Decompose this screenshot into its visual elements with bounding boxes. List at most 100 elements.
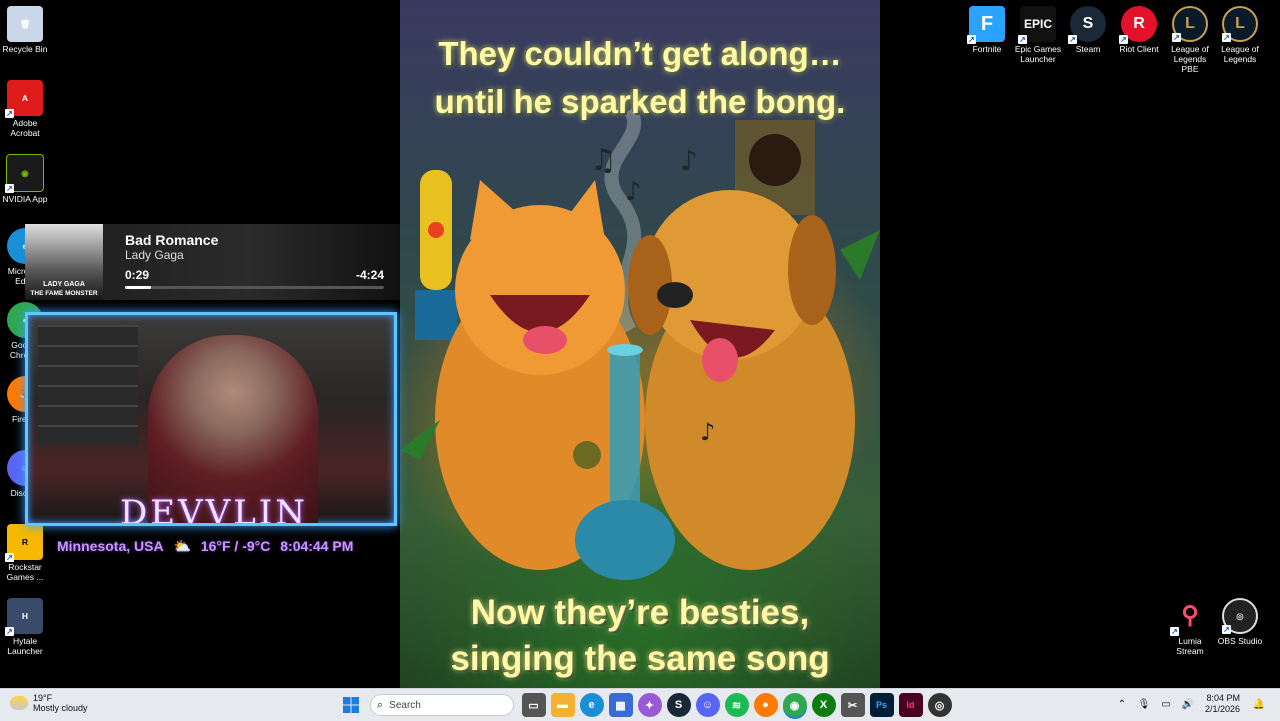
desktop-icon-nvidia-app[interactable]: ◉ ↗ NVIDIA App	[0, 154, 50, 204]
photoshop-icon[interactable]: Ps	[869, 693, 894, 717]
track-elapsed: 0:29	[125, 268, 150, 282]
desktop-icon-label: NVIDIA App	[2, 194, 48, 204]
taskbar-clock[interactable]: 8:04 PM 2/1/2026	[1205, 693, 1240, 715]
rockstar-icon: R ↗	[5, 524, 43, 562]
desktop-icon-steam[interactable]: S ↗ Steam	[1063, 6, 1113, 54]
desktop-icon-epic-games[interactable]: EPIC ↗ Epic Games Launcher	[1013, 6, 1063, 64]
taskbar-search[interactable]: ⌕ Search	[370, 694, 514, 716]
desktop-icon-adobe-acrobat[interactable]: A ↗ Adobe Acrobat	[0, 80, 50, 138]
meme-caption-bottom-line2: singing the same song	[450, 639, 830, 678]
chevron-up-icon[interactable]: ⌃	[1114, 696, 1130, 712]
desktop-icon-label: Riot Client	[1119, 44, 1159, 54]
meme-caption-bottom: Now they’re besties, singing the same so…	[400, 590, 880, 682]
nvidia-icon: ◉ ↗	[5, 154, 44, 193]
clock-time: 8:04 PM	[1206, 693, 1240, 703]
obs-studio-icon: ◎ ↗	[1222, 598, 1258, 634]
indesign-icon[interactable]: Id	[898, 693, 923, 717]
track-progress-bar	[125, 286, 384, 289]
desktop-icon-obs-studio[interactable]: ◎ ↗ OBS Studio	[1215, 598, 1265, 646]
desktop-icon-label: Hytale Launcher	[7, 636, 43, 656]
taskbar: 19°F Mostly cloudy ⌕ Search ▭ ▬ e ▦ ✦ S …	[0, 688, 1280, 721]
network-icon[interactable]: ▭	[1158, 696, 1174, 712]
desktop-icon-label: OBS Studio	[1217, 636, 1263, 646]
album-art: LADY GAGA THE FAME MONSTER	[25, 224, 103, 300]
desktop-icon-recycle-bin[interactable]: 🗑 Recycle Bin	[0, 6, 50, 54]
meme-caption-top-line1: They couldn’t get along…	[438, 35, 842, 72]
desktop-icon-riot-client[interactable]: R ↗ Riot Client	[1114, 6, 1164, 54]
copilot-icon[interactable]: ✦	[637, 693, 662, 717]
partly-cloudy-icon: ⛅	[173, 538, 191, 554]
microsoft-store-icon[interactable]: ▦	[608, 693, 633, 717]
edge-icon[interactable]: e	[579, 693, 604, 717]
desktop: 🗑 Recycle Bin A ↗ Adobe Acrobat ◉ ↗ NVIDIA…	[0, 0, 1280, 688]
desktop-icon-league-pbe[interactable]: L ↗ League of Legends PBE	[1165, 6, 1215, 74]
desktop-icon-label: Fortnite	[972, 44, 1002, 54]
notification-bell-icon[interactable]: 🔔	[1251, 696, 1267, 712]
acrobat-icon: A ↗	[5, 80, 43, 118]
desktop-icon-label: Epic Games Launcher	[1014, 44, 1062, 64]
desktop-icon-hytale[interactable]: H ↗ Hytale Launcher	[0, 598, 50, 656]
album-art-artist: LADY GAGA	[43, 281, 85, 288]
streamer-name: DEVVLIN	[120, 493, 308, 526]
track-progress-fill	[125, 286, 151, 289]
taskbar-weather-condition: Mostly cloudy	[33, 703, 88, 713]
steam-icon: S ↗	[1068, 6, 1106, 44]
now-playing-widget: LADY GAGA THE FAME MONSTER Bad Romance L…	[25, 224, 400, 300]
recycle-bin-icon: 🗑	[7, 6, 43, 42]
steam-icon[interactable]: S	[666, 693, 691, 717]
taskbar-center: ⌕ Search ▭ ▬ e ▦ ✦ S ☺ ≋ ● ◉ X ✂ Ps Id ◎	[336, 693, 954, 717]
riot-client-icon: R ↗	[1119, 6, 1157, 44]
svg-text:♪: ♪	[625, 177, 642, 207]
svg-text:♪: ♪	[700, 418, 715, 446]
desktop-icon-rockstar[interactable]: R ↗ Rockstar Games ...	[0, 524, 50, 582]
stream-time: 8:04:44 PM	[280, 538, 354, 554]
hytale-icon: H ↗	[5, 598, 43, 636]
desktop-icon-label: Steam	[1075, 44, 1101, 54]
album-art-title: THE FAME MONSTER	[30, 290, 98, 297]
search-placeholder: Search	[389, 699, 421, 711]
snipping-tool-icon[interactable]: ✂	[840, 693, 865, 717]
webcam-overlay: DEVVLIN	[25, 312, 397, 526]
track-artist: Lady Gaga	[125, 248, 184, 262]
discord-icon[interactable]: ☺	[695, 693, 720, 717]
task-view-icon[interactable]: ▭	[521, 693, 546, 717]
desktop-icon-league[interactable]: L ↗ League of Legends	[1215, 6, 1265, 64]
meme-image: ♫ ♪ ♪ ♪ They couldn’t get along… until h…	[400, 0, 880, 688]
windows-icon	[342, 697, 359, 713]
track-remaining: -4:24	[355, 268, 384, 282]
obs-icon[interactable]: ◎	[927, 693, 952, 717]
desktop-icon-label: Rockstar Games ...	[6, 562, 44, 582]
league-pbe-icon: L ↗	[1172, 6, 1208, 42]
desktop-icon-label: League of Legends	[1221, 44, 1259, 64]
taskbar-weather-widget[interactable]: 19°F Mostly cloudy	[10, 693, 88, 713]
desktop-icon-label: Recycle Bin	[2, 44, 48, 54]
svg-text:♫: ♫	[590, 143, 617, 178]
firefox-icon[interactable]: ●	[753, 693, 778, 717]
start-button[interactable]	[339, 693, 363, 717]
microphone-icon[interactable]: 🎙	[1136, 696, 1152, 712]
meme-caption-top: They couldn’t get along… until he sparke…	[400, 30, 880, 126]
xbox-icon[interactable]: X	[811, 693, 836, 717]
desktop-icon-lumia-stream[interactable]: ⚲ ↗ Lumia Stream	[1165, 598, 1215, 656]
clock-date: 2/1/2026	[1204, 704, 1240, 714]
webcam-background	[38, 325, 138, 445]
desktop-icon-label: League of Legends PBE	[1171, 44, 1209, 74]
file-explorer-icon[interactable]: ▬	[550, 693, 575, 717]
spotify-icon[interactable]: ≋	[724, 693, 749, 717]
fortnite-icon: F ↗	[967, 6, 1005, 44]
meme-caption-bottom-line1: Now they’re besties,	[470, 593, 810, 632]
chrome-icon[interactable]: ◉	[782, 693, 807, 717]
league-icon: L ↗	[1222, 6, 1258, 42]
mostly-cloudy-icon	[10, 696, 28, 710]
system-tray: ⌃ 🎙 ▭ 🔊 8:04 PM 2/1/2026 🔔	[1111, 693, 1270, 715]
volume-icon[interactable]: 🔊	[1180, 696, 1196, 712]
stream-location: Minnesota, USA	[57, 538, 164, 554]
taskbar-weather-temp: 19°F	[33, 693, 53, 703]
desktop-icon-label: Lumia Stream	[1176, 636, 1204, 656]
stream-temperature: 16°F / -9°C	[200, 538, 271, 554]
meme-caption-top-line2: until he sparked the bong.	[434, 83, 846, 120]
desktop-icon-fortnite[interactable]: F ↗ Fortnite	[962, 6, 1012, 54]
desktop-icon-label: Adobe Acrobat	[10, 118, 40, 138]
lumia-stream-icon: ⚲ ↗	[1170, 602, 1199, 636]
epic-games-icon: EPIC ↗	[1018, 6, 1056, 44]
